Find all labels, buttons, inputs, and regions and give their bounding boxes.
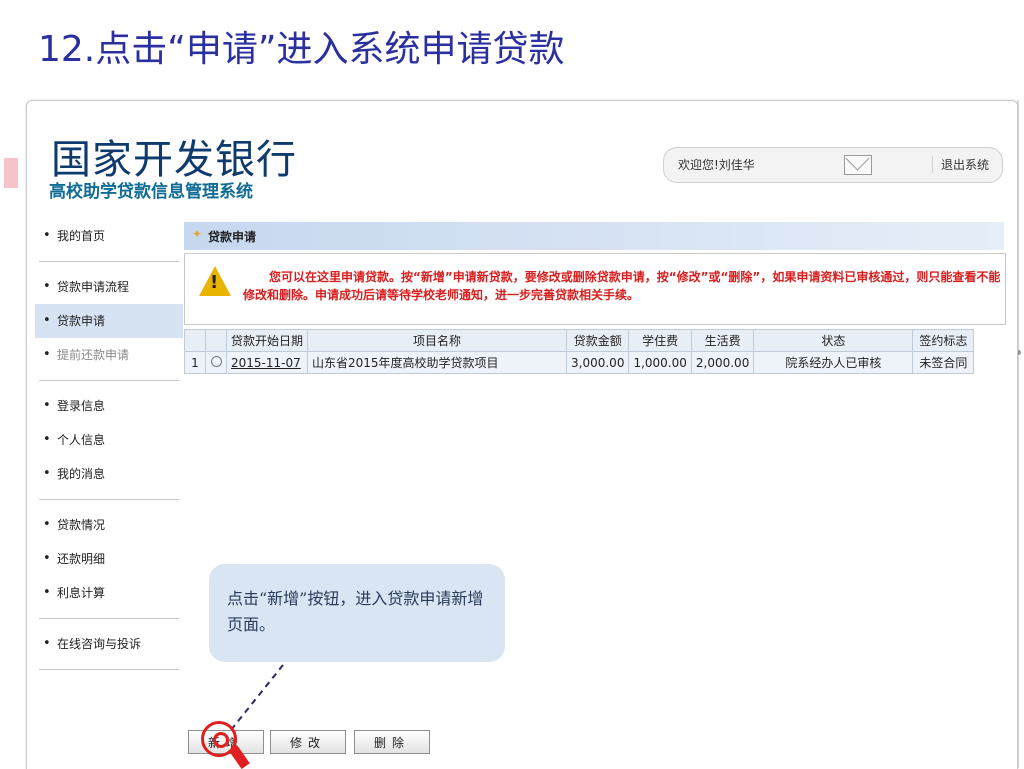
col-header-project: 项目名称: [307, 329, 568, 352]
welcome-text: 欢迎您!刘佳华: [678, 158, 755, 172]
col-header-status: 状态: [753, 329, 914, 352]
radio-icon[interactable]: [210, 355, 222, 367]
slide-title: 12.点击“申请”进入系统申请贷款: [38, 29, 565, 70]
nav-item-loan-apply[interactable]: 贷款申请: [35, 304, 183, 338]
pointer-line: [226, 664, 284, 736]
user-bar: 欢迎您!刘佳华 退出系统: [663, 147, 1003, 183]
row-index: 1: [184, 351, 206, 374]
nav-divider: [39, 669, 179, 670]
nav-item-early-repay[interactable]: 提前还款申请: [35, 338, 183, 372]
col-header-tuition: 学住费: [628, 329, 692, 352]
col-header-start-date: 贷款开始日期: [225, 329, 309, 352]
nav-item-home[interactable]: 我的首页: [35, 219, 183, 253]
nav-item-interest-calc[interactable]: 利息计算: [35, 576, 183, 610]
table-row[interactable]: 1 2015-11-07 山东省2015年度高校助学贷款项目 3,000.00 …: [184, 351, 975, 374]
nav-item-login-info[interactable]: 登录信息: [35, 389, 183, 423]
nav-item-messages[interactable]: 我的消息: [35, 457, 183, 491]
nav-divider: [39, 380, 179, 381]
click-target-dot: [213, 732, 229, 748]
tip-text: 点击“新增”按钮，进入贷款申请新增页面。: [227, 589, 484, 634]
warning-icon-mark: !: [210, 272, 219, 293]
loan-table: 贷款开始日期 项目名称 贷款金额 学住费 生活费 状态 签约标志 1 2015-…: [184, 329, 975, 374]
logout-link[interactable]: 退出系统: [932, 156, 989, 173]
nav-divider: [39, 618, 179, 619]
col-header-amount: 贷款金额: [566, 329, 630, 352]
edit-button[interactable]: 修改: [270, 730, 346, 754]
nav-item-repay-detail[interactable]: 还款明细: [35, 542, 183, 576]
nav-divider: [39, 261, 179, 262]
col-header-select: [205, 329, 227, 352]
row-living: 2,000.00: [690, 351, 755, 374]
delete-button[interactable]: 删除: [354, 730, 430, 754]
nav-item-personal-info[interactable]: 个人信息: [35, 423, 183, 457]
mail-icon[interactable]: [844, 155, 872, 175]
notice-text: 您可以在这里申请贷款。按“新增”申请新贷款，要修改或删除贷款申请，按“修改”或“…: [243, 270, 1001, 302]
nav-divider: [39, 499, 179, 500]
panel-title: 贷款申请: [208, 230, 257, 244]
col-header-index: [184, 329, 206, 352]
row-status: 院系经办人已审核: [753, 351, 914, 374]
row-sign: 未签合同: [912, 351, 975, 374]
row-tuition: 1,000.00: [628, 351, 692, 374]
col-header-living: 生活费: [690, 329, 755, 352]
star-icon: ✦: [192, 227, 203, 241]
nav-item-consult[interactable]: 在线咨询与投诉: [35, 627, 183, 661]
table-header-row: 贷款开始日期 项目名称 贷款金额 学住费 生活费 状态 签约标志: [184, 329, 975, 352]
row-project: 山东省2015年度高校助学贷款项目: [307, 351, 568, 374]
notice-box: ! 您可以在这里申请贷款。按“新增”申请新贷款，要修改或删除贷款申请，按“修改”…: [184, 253, 1006, 325]
decorative-mark: [4, 158, 18, 188]
row-start-date[interactable]: 2015-11-07: [225, 351, 309, 374]
nav-item-loan-status[interactable]: 贷款情况: [35, 508, 183, 542]
nav-item-loan-process[interactable]: 贷款申请流程: [35, 270, 183, 304]
tip-callout: 点击“新增”按钮，进入贷款申请新增页面。: [209, 564, 505, 662]
system-name: 高校助学贷款信息管理系统: [49, 182, 253, 202]
row-select-radio[interactable]: [205, 351, 227, 374]
sidebar-nav: 我的首页 贷款申请流程 贷款申请 提前还款申请 登录信息 个人信息 我的消息 贷…: [35, 219, 183, 678]
panel-header: ✦ 贷款申请: [184, 222, 1004, 250]
row-amount: 3,000.00: [566, 351, 630, 374]
app-screenshot: 国家开发银行 高校助学贷款信息管理系统 欢迎您!刘佳华 退出系统 我的首页 贷款…: [26, 100, 1018, 769]
col-header-sign: 签约标志: [912, 329, 975, 352]
